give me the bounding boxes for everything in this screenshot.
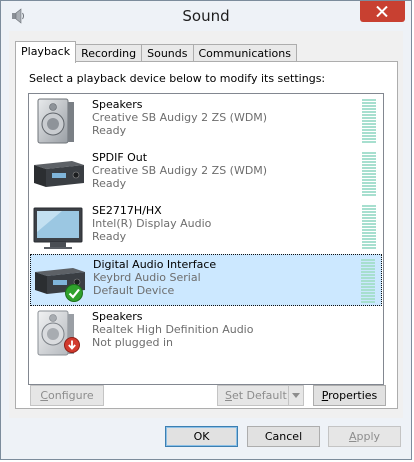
device-list[interactable]: Speakers Creative SB Audigy 2 ZS (WDM) R…: [28, 93, 384, 385]
set-default-dropdown[interactable]: [288, 386, 303, 405]
device-status: Default Device: [93, 284, 175, 297]
device-text: SPDIF Out Creative SB Audigy 2 ZS (WDM) …: [92, 151, 267, 190]
cancel-button[interactable]: Cancel: [247, 426, 320, 447]
apply-button[interactable]: Apply: [328, 426, 401, 447]
device-name: Speakers: [92, 98, 143, 111]
device-driver: Keybrd Audio Serial: [93, 271, 201, 284]
receiver-icon: [32, 151, 86, 197]
device-item-digital-audio-interface[interactable]: Digital Audio Interface Keybrd Audio Ser…: [30, 254, 382, 306]
device-item-se2717h[interactable]: SE2717H/HX Intel(R) Display Audio Ready: [30, 201, 382, 253]
unplugged-arrow-icon: [64, 337, 80, 356]
device-driver: Creative SB Audigy 2 ZS (WDM): [92, 164, 268, 177]
set-default-button[interactable]: Set Default: [217, 385, 304, 406]
volume-meter: [362, 152, 376, 196]
configure-accesskey: C: [40, 389, 49, 402]
properties-button[interactable]: Properties: [313, 385, 386, 406]
device-driver: Creative SB Audigy 2 ZS (WDM): [92, 111, 268, 124]
window-title: Sound: [182, 7, 230, 25]
speaker-icon: [32, 98, 86, 144]
configure-button-visual[interactable]: Configure: [30, 385, 104, 406]
monitor-icon: [32, 204, 86, 250]
chevron-down-icon: [292, 393, 300, 398]
device-name: Digital Audio Interface: [93, 258, 217, 271]
set-default-accesskey: S: [225, 389, 232, 402]
tab-playback[interactable]: Playback: [15, 41, 77, 63]
device-name: SE2717H/HX: [92, 204, 162, 217]
close-button[interactable]: [360, 1, 405, 22]
sound-dialog: Sound Playback Recording Sounds Communic…: [0, 0, 412, 460]
properties-label: roperties: [328, 389, 378, 402]
device-item-spdif-out[interactable]: SPDIF Out Creative SB Audigy 2 ZS (WDM) …: [30, 148, 382, 200]
default-device-check-icon: [65, 284, 83, 305]
device-driver: Intel(R) Display Audio: [92, 217, 212, 230]
title-bar[interactable]: Sound: [1, 1, 411, 31]
device-item-speakers-realtek[interactable]: Speakers Realtek High Definition Audio N…: [30, 307, 382, 359]
volume-meter: [362, 205, 376, 249]
close-icon: [376, 6, 388, 17]
device-status: Ready: [92, 177, 127, 190]
device-name: Speakers: [92, 310, 143, 323]
volume-meter: [361, 259, 375, 303]
volume-meter: [362, 99, 376, 143]
device-driver: Realtek High Definition Audio: [92, 323, 254, 336]
device-status: Ready: [92, 230, 127, 243]
tab-strip: Playback Recording Sounds Communications: [15, 41, 297, 63]
instruction-text: Select a playback device below to modify…: [29, 72, 326, 85]
configure-label: onfigure: [48, 389, 94, 402]
device-text: Speakers Creative SB Audigy 2 ZS (WDM) R…: [92, 98, 267, 137]
ok-button[interactable]: OK: [165, 426, 238, 447]
playback-panel: Select a playback device below to modify…: [15, 61, 398, 409]
dialog-client-area: Playback Recording Sounds Communications…: [9, 31, 403, 418]
device-text: Digital Audio Interface Keybrd Audio Ser…: [93, 258, 216, 297]
apply-accesskey: A: [348, 430, 357, 443]
set-default-label: et Default: [231, 389, 287, 402]
device-status: Not plugged in: [92, 336, 174, 349]
device-text: Speakers Realtek High Definition Audio N…: [92, 310, 253, 349]
device-text: SE2717H/HX Intel(R) Display Audio Ready: [92, 204, 211, 243]
apply-label: pply: [356, 430, 381, 443]
device-name: SPDIF Out: [92, 151, 148, 164]
device-item-speakers-creative[interactable]: Speakers Creative SB Audigy 2 ZS (WDM) R…: [30, 95, 382, 147]
device-status: Ready: [92, 124, 127, 137]
